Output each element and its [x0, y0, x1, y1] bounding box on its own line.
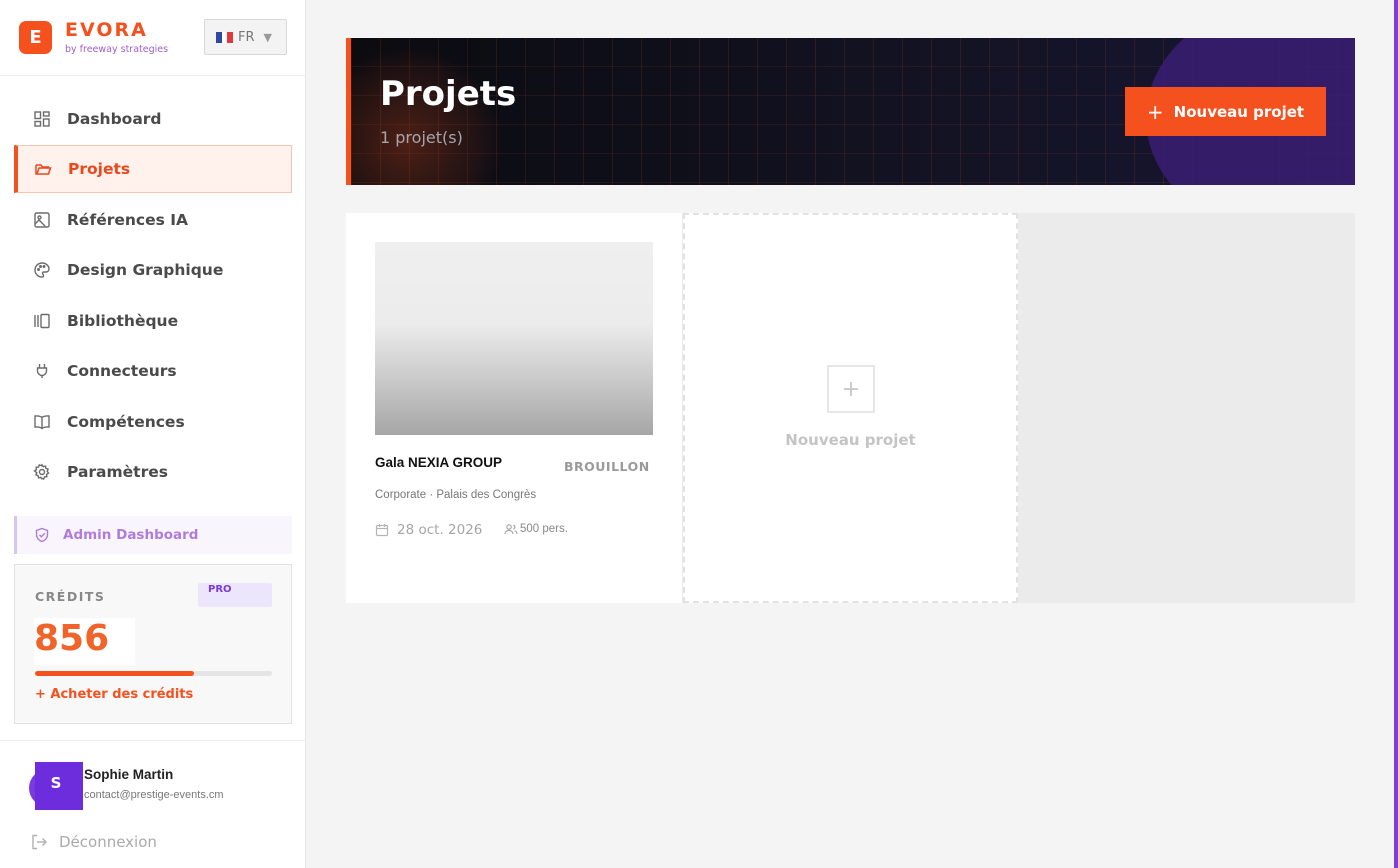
plug-icon [36, 364, 48, 378]
scrollbar[interactable] [1394, 0, 1398, 868]
nav-item-label: Compétences [67, 413, 185, 431]
project-attendees-text: 500 pers. [520, 523, 568, 535]
project-count: 1 projet(s) [380, 128, 463, 147]
nav-item-parametres[interactable]: Paramètres [14, 448, 292, 496]
avatar[interactable]: S [35, 762, 83, 810]
nav-item-label: Paramètres [67, 463, 168, 481]
book-icon [34, 415, 50, 430]
nav-item-connecteurs[interactable]: Connecteurs [14, 347, 292, 395]
project-meta: Corporate · Palais des Congrès [375, 489, 537, 501]
people-icon [504, 524, 518, 535]
admin-dashboard-label: Admin Dashboard [63, 527, 199, 543]
credits-value-box: 856 [34, 618, 135, 665]
fr-flag-icon [216, 31, 234, 43]
page-title: Projets [380, 74, 517, 114]
folder-icon [35, 164, 52, 175]
user-profile: S Sophie Martin contact@prestige-events.… [0, 740, 306, 868]
buy-credits-link[interactable]: + Acheter des crédits [35, 687, 193, 702]
new-project-card[interactable]: + Nouveau projet [683, 213, 1018, 603]
credits-progress-bar [35, 671, 272, 676]
dashboard-icon [34, 111, 50, 127]
language-selector[interactable]: FR ▼ [204, 19, 287, 55]
credits-panel: CRÉDITS PRO 856 + Acheter des crédits [14, 564, 292, 724]
logout-button[interactable]: Déconnexion [30, 833, 157, 851]
nav-item-references-ia[interactable]: Références IA [14, 196, 292, 244]
palette-icon [34, 262, 50, 278]
nav-item-label: Bibliothèque [67, 312, 179, 330]
project-attendees: 500 pers. [504, 522, 568, 536]
new-project-button-label: Nouveau projet [1173, 102, 1305, 121]
sidebar: E EVORA by freeway strategies FR ▼ Dashb… [0, 0, 306, 868]
nav-item-label: Design Graphique [67, 261, 224, 279]
project-card[interactable]: Gala NEXIA GROUP BROUILLON Corporate · P… [346, 213, 682, 603]
logo-icon[interactable]: E [19, 21, 52, 54]
brand-tagline: by freeway strategies [65, 44, 169, 55]
plan-badge: PRO [198, 583, 272, 607]
nav-item-label: Projets [68, 160, 131, 178]
nav-item-dashboard[interactable]: Dashboard [14, 95, 292, 143]
nav-item-projets[interactable]: Projets [14, 145, 292, 193]
project-title: Gala NEXIA GROUP [375, 455, 503, 470]
credits-progress-fill [35, 671, 194, 676]
library-icon [34, 313, 50, 329]
plus-icon: + [1146, 99, 1164, 124]
nav-item-design-graphique[interactable]: Design Graphique [14, 246, 292, 294]
nav-item-label: Dashboard [67, 110, 162, 128]
new-project-card-label: Nouveau projet [785, 431, 916, 449]
image-icon [34, 212, 50, 228]
project-thumbnail[interactable] [375, 242, 653, 435]
projects-grid: Gala NEXIA GROUP BROUILLON Corporate · P… [346, 213, 1355, 603]
user-name: Sophie Martin [84, 767, 174, 782]
calendar-icon [375, 524, 389, 537]
nav-item-label: Connecteurs [67, 362, 177, 380]
user-email: contact@prestige-events.cm [84, 789, 224, 801]
status-badge: BROUILLON [564, 459, 650, 474]
admin-dashboard-link[interactable]: Admin Dashboard [14, 516, 292, 554]
credits-label: CRÉDITS [35, 589, 106, 604]
brand-header: E EVORA by freeway strategies FR ▼ [0, 0, 306, 76]
project-date-text: 28 oct. 2026 [397, 522, 483, 538]
page-header: Projets 1 projet(s) + Nouveau projet [346, 38, 1355, 185]
nav-item-competences[interactable]: Compétences [14, 398, 292, 446]
gear-icon [33, 463, 50, 481]
credits-value: 856 [34, 618, 110, 659]
new-project-button[interactable]: + Nouveau projet [1125, 87, 1326, 136]
chevron-down-icon: ▼ [263, 30, 272, 44]
shield-icon [35, 527, 49, 543]
logout-label: Déconnexion [59, 833, 157, 851]
nav-item-bibliotheque[interactable]: Bibliothèque [14, 297, 292, 345]
project-date: 28 oct. 2026 [375, 522, 482, 538]
plus-icon: + [827, 365, 875, 413]
brand-name: EVORA [65, 19, 148, 41]
nav-item-label: Références IA [67, 211, 188, 229]
logout-icon [32, 834, 47, 850]
language-label: FR [238, 29, 255, 45]
